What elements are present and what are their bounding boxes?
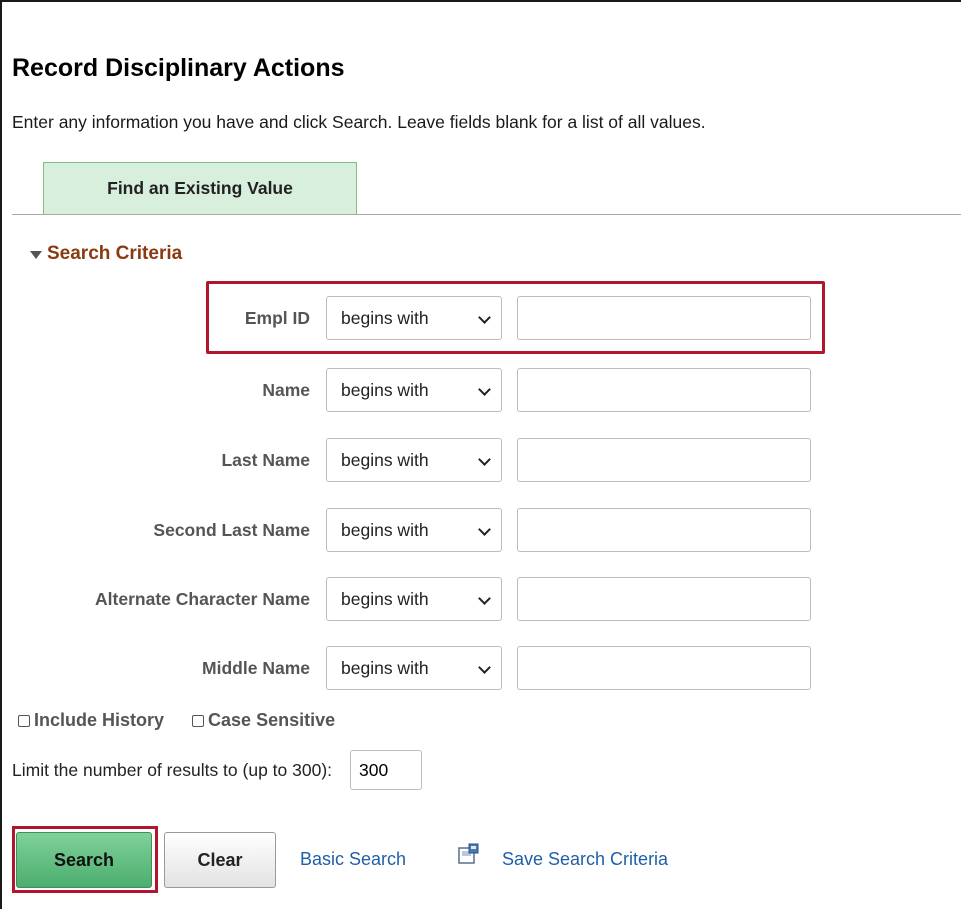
last-name-operator-select[interactable]: begins with	[326, 438, 502, 482]
field-row-last-name: Last Name begins with	[0, 438, 830, 484]
triangle-down-icon	[30, 251, 42, 259]
save-search-icon[interactable]	[458, 843, 480, 865]
include-history-option[interactable]: Include History	[18, 710, 164, 731]
second-last-name-operator-select[interactable]: begins with	[326, 508, 502, 552]
save-search-criteria-link[interactable]: Save Search Criteria	[502, 849, 668, 870]
chevron-down-icon	[478, 383, 491, 396]
operator-value: begins with	[341, 450, 429, 470]
middle-name-operator-select[interactable]: begins with	[326, 646, 502, 690]
operator-value: begins with	[341, 520, 429, 540]
tab-find-existing-value[interactable]: Find an Existing Value	[43, 162, 357, 214]
middle-name-input[interactable]	[517, 646, 811, 690]
alternate-character-name-input[interactable]	[517, 577, 811, 621]
chevron-down-icon	[478, 523, 491, 536]
basic-search-link[interactable]: Basic Search	[300, 849, 406, 870]
limit-label: Limit the number of results to (up to 30…	[12, 759, 333, 780]
name-label: Name	[262, 380, 310, 400]
chevron-down-icon	[478, 661, 491, 674]
search-criteria-toggle[interactable]: Search Criteria	[30, 243, 182, 265]
chevron-down-icon	[478, 453, 491, 466]
clear-button[interactable]: Clear	[164, 832, 276, 888]
operator-value: begins with	[341, 658, 429, 678]
operator-value: begins with	[341, 380, 429, 400]
case-sensitive-label: Case Sensitive	[208, 710, 336, 730]
chevron-down-icon	[478, 592, 491, 605]
field-row-second-last-name: Second Last Name begins with	[0, 508, 830, 554]
include-history-label: Include History	[34, 710, 165, 730]
limit-input[interactable]	[350, 750, 423, 790]
second-last-name-label: Second Last Name	[153, 520, 310, 540]
last-name-label: Last Name	[221, 450, 310, 470]
second-last-name-input[interactable]	[517, 508, 811, 552]
operator-value: begins with	[341, 589, 429, 609]
name-operator-select[interactable]: begins with	[326, 368, 502, 412]
search-criteria-label: Search Criteria	[47, 243, 183, 264]
field-row-name: Name begins with	[0, 368, 830, 414]
include-history-checkbox[interactable]	[18, 714, 30, 727]
name-input[interactable]	[517, 368, 811, 412]
last-name-input[interactable]	[517, 438, 811, 482]
page-title: Record Disciplinary Actions	[12, 54, 345, 82]
option-checkboxes: Include History Case Sensitive	[18, 710, 363, 731]
empl-id-highlight-box	[206, 281, 825, 354]
middle-name-label: Middle Name	[202, 658, 310, 678]
case-sensitive-checkbox[interactable]	[192, 714, 205, 727]
alternate-character-name-label: Alternate Character Name	[95, 589, 310, 609]
case-sensitive-option[interactable]: Case Sensitive	[192, 710, 335, 731]
limit-row: Limit the number of results to (up to 30…	[12, 750, 423, 790]
field-row-middle-name: Middle Name begins with	[0, 646, 830, 692]
field-row-alternate-character-name: Alternate Character Name begins with	[0, 577, 830, 623]
instructions-text: Enter any information you have and click…	[12, 112, 706, 132]
search-highlight-box	[12, 826, 158, 893]
tab-divider	[12, 214, 961, 215]
alternate-character-name-operator-select[interactable]: begins with	[326, 577, 502, 621]
